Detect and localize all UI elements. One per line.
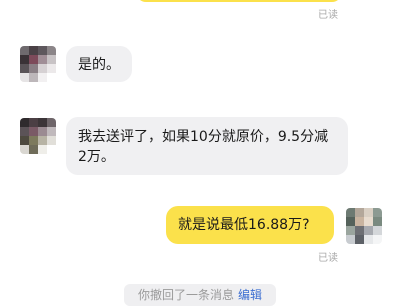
incoming-message-bubble[interactable]: 我去送评了，如果10分就原价，9.5分减2万。 xyxy=(66,117,348,175)
incoming-message-bubble[interactable]: 是的。 xyxy=(66,46,132,82)
outgoing-message-bubble[interactable]: 就是说最低16.88万? xyxy=(166,206,334,244)
chat-thread: 已读 是的。 我去送评了，如果10分就原价，9.5分减2万。 就是说最低16.8… xyxy=(0,0,400,306)
user-avatar[interactable] xyxy=(346,208,382,244)
read-status: 已读 xyxy=(318,253,338,264)
contact-avatar[interactable] xyxy=(20,118,56,154)
read-status: 已读 xyxy=(318,10,338,21)
contact-avatar[interactable] xyxy=(20,46,56,82)
outgoing-message-bubble-cropped[interactable] xyxy=(136,0,342,2)
recalled-message-notice: 你撤回了一条消息 编辑 xyxy=(124,284,276,306)
